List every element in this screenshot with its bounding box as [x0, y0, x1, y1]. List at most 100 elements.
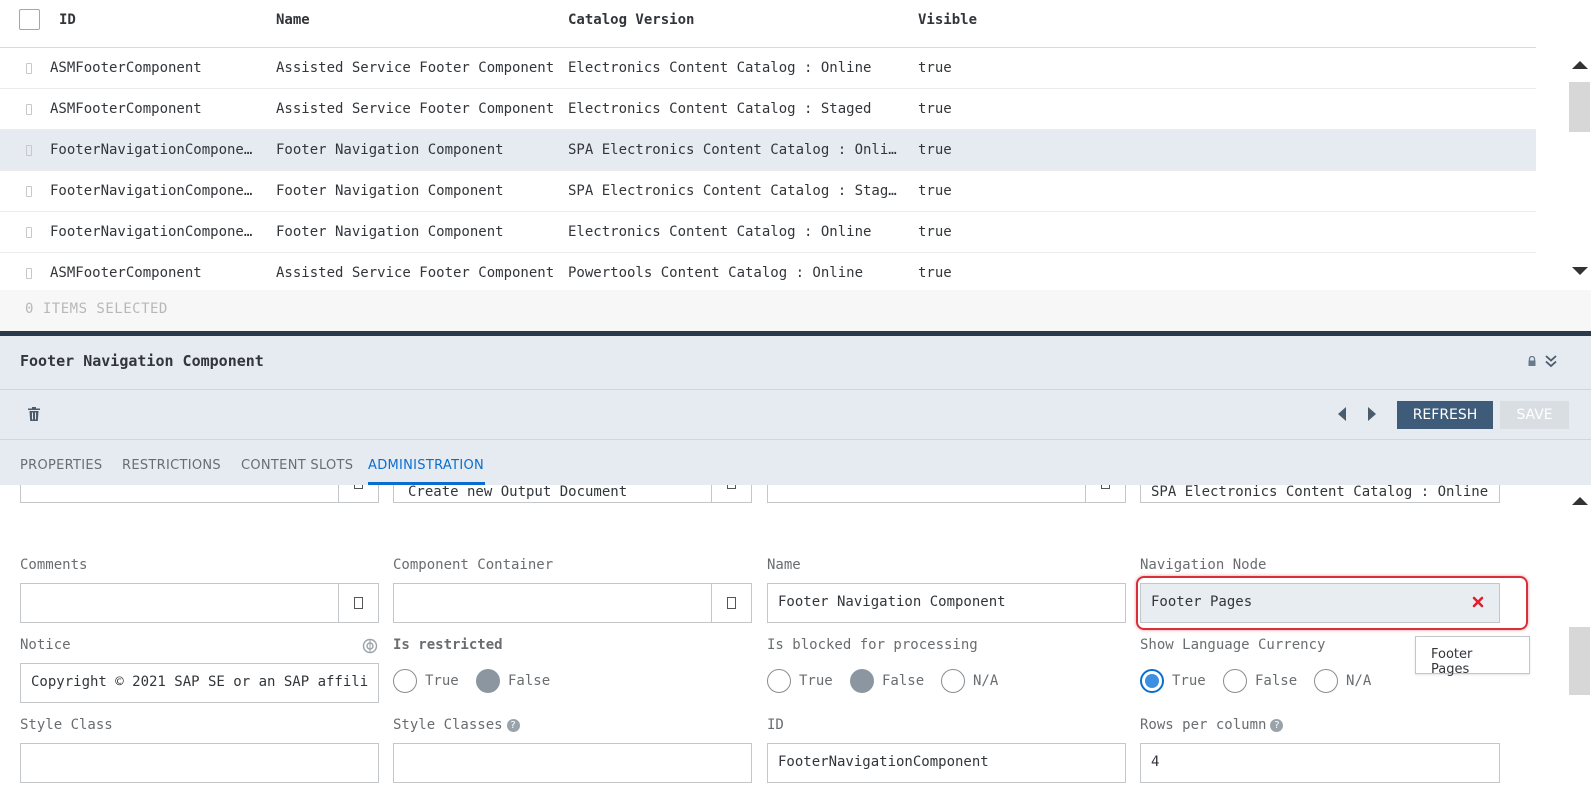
scroll-down-arrow-icon[interactable]	[1572, 267, 1588, 275]
row-checkbox[interactable]	[26, 227, 32, 238]
field-browse-button[interactable]	[711, 485, 751, 502]
next-item-icon[interactable]	[1368, 407, 1376, 421]
form-scrollbar[interactable]	[1568, 491, 1591, 801]
table-row[interactable]: ASMFooterComponent Assisted Service Foot…	[0, 89, 1536, 130]
is-restricted-label: Is restricted	[393, 637, 503, 653]
collapse-chevrons-icon[interactable]	[1545, 354, 1557, 368]
cell-catalog-version: SPA Electronics Content Catalog : Stag…	[568, 183, 897, 199]
is-restricted-false-label[interactable]: False	[508, 673, 550, 689]
partial-field-4-value: SPA Electronics Content Catalog : Online	[1151, 485, 1489, 500]
navigation-node-tooltip: Footer Pages	[1415, 636, 1530, 677]
is-blocked-na-radio[interactable]	[941, 669, 965, 693]
column-header-id[interactable]: ID	[59, 12, 76, 28]
cell-id: FooterNavigationCompone…	[50, 142, 253, 158]
tab-administration[interactable]: ADMINISTRATION	[368, 458, 484, 473]
show-language-currency-false-radio[interactable]	[1223, 669, 1247, 693]
show-language-currency-true-label[interactable]: True	[1172, 673, 1206, 689]
refresh-button[interactable]: REFRESH	[1397, 401, 1493, 429]
column-header-name[interactable]: Name	[276, 12, 310, 28]
name-value: Footer Navigation Component	[778, 594, 1006, 610]
field-browse-button[interactable]	[338, 485, 378, 502]
style-classes-field[interactable]	[393, 743, 752, 783]
column-header-visible[interactable]: Visible	[918, 12, 977, 28]
cell-name: Footer Navigation Component	[276, 142, 504, 158]
notice-value: Copyright © 2021 SAP SE or an SAP affili…	[31, 674, 368, 690]
show-language-currency-na-radio[interactable]	[1314, 669, 1338, 693]
is-blocked-true-radio[interactable]	[767, 669, 791, 693]
localization-globe-icon[interactable]	[362, 638, 378, 654]
style-classes-label-wrap: Style Classes?	[393, 717, 520, 733]
cell-id: FooterNavigationCompone…	[50, 224, 253, 240]
row-checkbox[interactable]	[26, 186, 32, 197]
cell-name: Footer Navigation Component	[276, 183, 504, 199]
scroll-up-arrow-icon[interactable]	[1572, 61, 1588, 69]
style-class-field[interactable]	[20, 743, 379, 783]
comments-browse-button[interactable]	[338, 584, 378, 622]
cell-id: FooterNavigationCompone…	[50, 183, 253, 199]
table-row[interactable]: FooterNavigationCompone… Footer Navigati…	[0, 212, 1536, 253]
editor-title: Footer Navigation Component	[20, 352, 264, 370]
name-field[interactable]: Footer Navigation Component	[767, 583, 1126, 623]
is-blocked-false-radio[interactable]	[850, 669, 874, 693]
show-language-currency-false-label[interactable]: False	[1255, 673, 1297, 689]
is-restricted-false-radio[interactable]	[476, 669, 500, 693]
component-container-label: Component Container	[393, 557, 554, 573]
tab-content-slots[interactable]: CONTENT SLOTS	[241, 458, 353, 473]
row-checkbox[interactable]	[26, 104, 32, 115]
style-class-label: Style Class	[20, 717, 113, 733]
comments-field[interactable]	[20, 583, 379, 623]
style-classes-label: Style Classes	[393, 717, 503, 733]
cell-name: Assisted Service Footer Component	[276, 265, 555, 281]
id-label: ID	[767, 717, 784, 733]
id-field[interactable]: FooterNavigationComponent	[767, 743, 1126, 783]
help-icon[interactable]: ?	[1270, 719, 1284, 732]
component-container-browse-button[interactable]	[711, 584, 751, 622]
cell-catalog-version: Electronics Content Catalog : Staged	[568, 101, 872, 117]
is-blocked-label: Is blocked for processing	[767, 637, 978, 653]
rows-per-column-value: 4	[1151, 754, 1160, 770]
navigation-node-field[interactable]: Footer Pages	[1140, 583, 1500, 623]
scroll-up-arrow-icon[interactable]	[1572, 497, 1588, 505]
grid-header: ID Name Catalog Version Visible	[0, 0, 1536, 48]
scroll-thumb[interactable]	[1569, 82, 1590, 132]
lock-icon[interactable]	[1527, 356, 1537, 366]
row-checkbox[interactable]	[26, 145, 32, 156]
select-all-checkbox[interactable]	[19, 9, 40, 30]
editor-form: Create new Output Document SPA Electroni…	[0, 485, 1591, 806]
save-button[interactable]: SAVE	[1500, 401, 1569, 429]
table-row[interactable]: ASMFooterComponent Assisted Service Foot…	[0, 253, 1536, 294]
is-restricted-true-radio[interactable]	[393, 669, 417, 693]
delete-trash-icon[interactable]	[28, 407, 40, 421]
rows-per-column-label: Rows per column	[1140, 717, 1267, 733]
help-icon[interactable]: ?	[506, 719, 520, 732]
row-checkbox[interactable]	[26, 63, 32, 74]
tab-properties[interactable]: PROPERTIES	[20, 458, 103, 473]
rows-per-column-field[interactable]: 4	[1140, 743, 1500, 783]
tab-restrictions[interactable]: RESTRICTIONS	[122, 458, 221, 473]
field-browse-button[interactable]	[1085, 485, 1125, 502]
table-row[interactable]: ASMFooterComponent Assisted Service Foot…	[0, 48, 1536, 89]
scroll-thumb[interactable]	[1569, 627, 1590, 695]
partial-field-3[interactable]	[767, 485, 1126, 503]
cell-id: ASMFooterComponent	[50, 101, 202, 117]
selected-count: 0 ITEMS SELECTED	[25, 301, 168, 317]
table-row[interactable]: FooterNavigationCompone… Footer Navigati…	[0, 171, 1536, 212]
is-blocked-true-label[interactable]: True	[799, 673, 833, 689]
component-container-field[interactable]	[393, 583, 752, 623]
cell-id: ASMFooterComponent	[50, 265, 202, 281]
partial-field-2[interactable]: Create new Output Document	[393, 485, 752, 503]
clear-x-icon[interactable]	[1471, 595, 1485, 609]
partial-field-1[interactable]	[20, 485, 379, 503]
column-header-catalog-version[interactable]: Catalog Version	[568, 12, 694, 28]
show-language-currency-true-radio[interactable]	[1140, 669, 1164, 693]
show-language-currency-na-label[interactable]: N/A	[1346, 673, 1371, 689]
notice-field[interactable]: Copyright © 2021 SAP SE or an SAP affili…	[20, 663, 379, 703]
row-checkbox[interactable]	[26, 268, 32, 279]
is-blocked-false-label[interactable]: False	[882, 673, 924, 689]
grid-scrollbar[interactable]	[1568, 54, 1591, 284]
partial-field-4[interactable]: SPA Electronics Content Catalog : Online	[1140, 485, 1500, 503]
is-restricted-true-label[interactable]: True	[425, 673, 459, 689]
is-blocked-na-label[interactable]: N/A	[973, 673, 998, 689]
previous-item-icon[interactable]	[1338, 407, 1346, 421]
table-row-selected[interactable]: FooterNavigationCompone… Footer Navigati…	[0, 130, 1536, 171]
